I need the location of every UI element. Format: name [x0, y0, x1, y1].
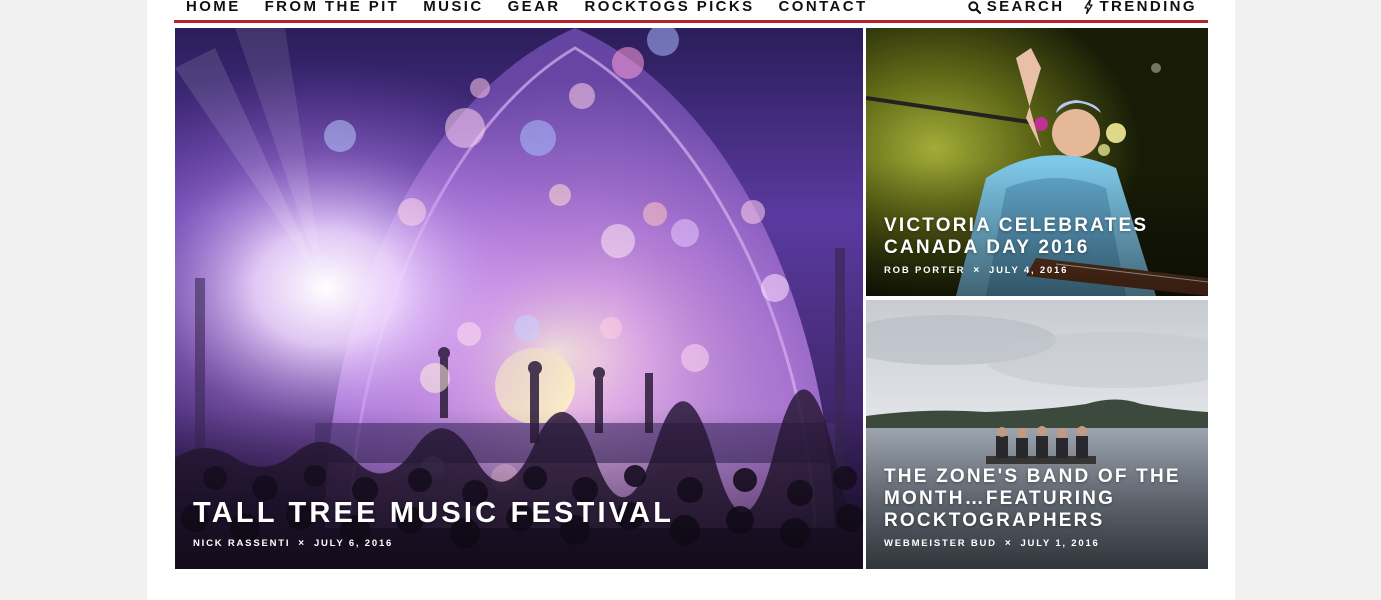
nav-utilities: SEARCH TRENDING [958, 0, 1208, 20]
top-post-title[interactable]: VICTORIA CELEBRATES CANADA DAY 2016 [884, 215, 1190, 259]
meta-separator: × [298, 538, 306, 549]
bolt-icon [1084, 0, 1094, 14]
main-post-meta: NICK RASSENTI × JULY 6, 2016 [193, 538, 845, 549]
top-post-caption: VICTORIA CELEBRATES CANADA DAY 2016 ROB … [884, 215, 1190, 276]
bottom-post-meta: WEBMEISTER BUD × JULY 1, 2016 [884, 538, 1190, 549]
search-label: SEARCH [986, 0, 1065, 15]
concert-stage-image [175, 28, 863, 569]
search-button[interactable]: SEARCH [958, 0, 1075, 15]
top-post-author[interactable]: ROB PORTER [884, 265, 965, 276]
meta-separator: × [973, 265, 981, 276]
main-nav: HOME FROM THE PIT MUSIC GEAR ROCKTOGS PI… [174, 0, 1208, 20]
bottom-post-date: JULY 1, 2016 [1020, 538, 1100, 549]
main-post-title[interactable]: TALL TREE MUSIC FESTIVAL [193, 496, 845, 530]
main-post-caption: TALL TREE MUSIC FESTIVAL NICK RASSENTI ×… [193, 496, 845, 549]
trending-label: TRENDING [1099, 0, 1197, 15]
nav-divider [174, 20, 1208, 23]
nav-item-from-the-pit[interactable]: FROM THE PIT [253, 0, 412, 15]
meta-separator: × [1004, 538, 1013, 549]
page-container: HOME FROM THE PIT MUSIC GEAR ROCKTOGS PI… [147, 0, 1235, 600]
featured-post-main[interactable]: TALL TREE MUSIC FESTIVAL NICK RASSENTI ×… [175, 28, 863, 569]
top-post-date: JULY 4, 2016 [988, 265, 1069, 276]
nav-item-gear[interactable]: GEAR [496, 0, 573, 15]
bottom-post-author[interactable]: WEBMEISTER BUD [884, 538, 997, 549]
search-icon [968, 0, 981, 14]
main-post-date: JULY 6, 2016 [313, 538, 394, 549]
trending-button[interactable]: TRENDING [1074, 0, 1208, 15]
featured-post-top[interactable]: VICTORIA CELEBRATES CANADA DAY 2016 ROB … [866, 28, 1208, 296]
top-post-meta: ROB PORTER × JULY 4, 2016 [884, 265, 1190, 276]
nav-menu: HOME FROM THE PIT MUSIC GEAR ROCKTOGS PI… [174, 0, 880, 20]
nav-item-contact[interactable]: CONTACT [767, 0, 880, 15]
featured-post-bottom[interactable]: THE ZONE'S BAND OF THE MONTH…FEATURING R… [866, 300, 1208, 569]
main-post-author[interactable]: NICK RASSENTI [193, 538, 290, 549]
nav-item-home[interactable]: HOME [174, 0, 253, 15]
nav-item-rocktogs-picks[interactable]: ROCKTOGS PICKS [573, 0, 767, 15]
nav-item-music[interactable]: MUSIC [411, 0, 495, 15]
bottom-post-title[interactable]: THE ZONE'S BAND OF THE MONTH…FEATURING R… [884, 466, 1190, 532]
bottom-post-caption: THE ZONE'S BAND OF THE MONTH…FEATURING R… [884, 466, 1190, 549]
